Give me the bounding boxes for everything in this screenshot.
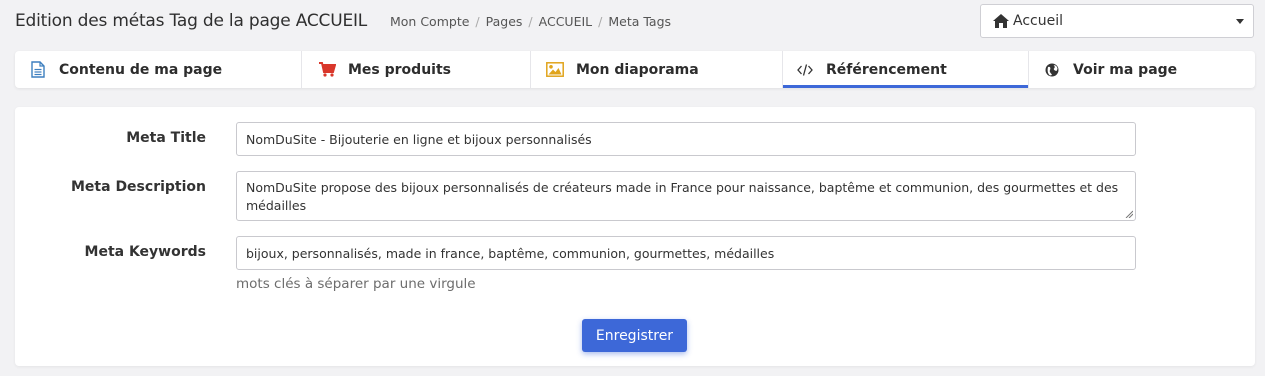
meta-keywords-input[interactable]: bijoux, personnalisés, made in france, b… <box>236 236 1136 270</box>
tab-contenu[interactable]: Contenu de ma page <box>15 51 302 88</box>
tab-label: Voir ma page <box>1073 61 1178 78</box>
page-select-value: Accueil <box>1013 13 1063 29</box>
cart-icon <box>318 61 336 79</box>
tab-label: Référencement <box>826 61 947 78</box>
meta-description-label: Meta Description <box>71 179 206 195</box>
meta-description-text: NomDuSite propose des bijoux personnalis… <box>246 180 1119 213</box>
resize-handle-icon[interactable] <box>1125 210 1133 218</box>
breadcrumb-item-accueil[interactable]: ACCUEIL <box>539 14 593 29</box>
code-icon <box>796 61 814 79</box>
chevron-down-icon <box>1236 19 1244 24</box>
breadcrumb-item-meta-tags: Meta Tags <box>608 14 672 29</box>
document-icon <box>29 61 47 79</box>
page-title: Edition des métas Tag de la page ACCUEIL <box>15 11 368 31</box>
tab-voir-ma-page[interactable]: Voir ma page <box>1029 51 1255 88</box>
globe-icon <box>1043 61 1061 79</box>
meta-description-textarea[interactable]: NomDuSite propose des bijoux personnalis… <box>236 171 1136 221</box>
save-button[interactable]: Enregistrer <box>582 319 687 352</box>
breadcrumb-separator: / <box>475 14 480 29</box>
meta-form: Meta Title NomDuSite - Bijouterie en lig… <box>15 107 1255 366</box>
breadcrumb-separator: / <box>528 14 533 29</box>
breadcrumb-item-pages[interactable]: Pages <box>486 14 523 29</box>
tab-diaporama[interactable]: Mon diaporama <box>531 51 783 88</box>
tab-produits[interactable]: Mes produits <box>302 51 531 88</box>
tab-label: Contenu de ma page <box>59 61 223 78</box>
meta-title-input[interactable]: NomDuSite - Bijouterie en ligne et bijou… <box>236 122 1136 156</box>
tab-label: Mon diaporama <box>576 61 699 78</box>
breadcrumb-separator: / <box>598 14 603 29</box>
meta-keywords-label: Meta Keywords <box>84 244 206 260</box>
meta-title-label: Meta Title <box>126 130 206 146</box>
breadcrumb: Mon Compte / Pages / ACCUEIL / Meta Tags <box>390 14 671 29</box>
tab-referencement[interactable]: Référencement <box>783 51 1029 88</box>
keywords-help-text: mots clés à séparer par une virgule <box>236 276 476 292</box>
image-icon <box>546 61 564 79</box>
breadcrumb-item-mon-compte[interactable]: Mon Compte <box>390 14 469 29</box>
tab-bar: Contenu de ma page Mes produits Mon diap… <box>15 51 1255 88</box>
home-icon <box>993 14 1009 28</box>
page-select[interactable]: Accueil <box>980 4 1254 38</box>
tab-label: Mes produits <box>348 61 451 78</box>
